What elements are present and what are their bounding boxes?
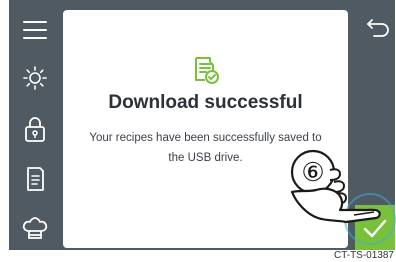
figure-code: CT-TS-01387 <box>333 250 394 261</box>
dialog-title: Download successful <box>108 92 303 113</box>
sidebar-item-menu[interactable] <box>19 14 51 46</box>
dialog-message: Your recipes have been successfully save… <box>89 132 322 164</box>
oven-screen: Download successful Your recipes have be… <box>9 0 396 250</box>
sidebar-item-brightness[interactable] <box>19 62 51 94</box>
sidebar <box>9 0 60 250</box>
download-success-icon <box>195 57 219 84</box>
back-button[interactable] <box>364 14 392 42</box>
checkmark-icon <box>363 219 387 237</box>
menu-icon <box>23 21 47 39</box>
download-success-dialog: Download successful Your recipes have be… <box>63 10 348 248</box>
chef-hat-icon <box>22 217 48 239</box>
sidebar-item-lock[interactable] <box>19 113 51 145</box>
confirm-button[interactable] <box>355 205 395 250</box>
sidebar-item-recipe-book[interactable] <box>19 163 51 195</box>
recipe-book-icon <box>27 167 44 191</box>
brightness-icon <box>23 66 47 90</box>
back-arrow-icon <box>367 19 389 37</box>
lock-icon <box>25 117 45 142</box>
sidebar-item-chef[interactable] <box>19 212 51 244</box>
